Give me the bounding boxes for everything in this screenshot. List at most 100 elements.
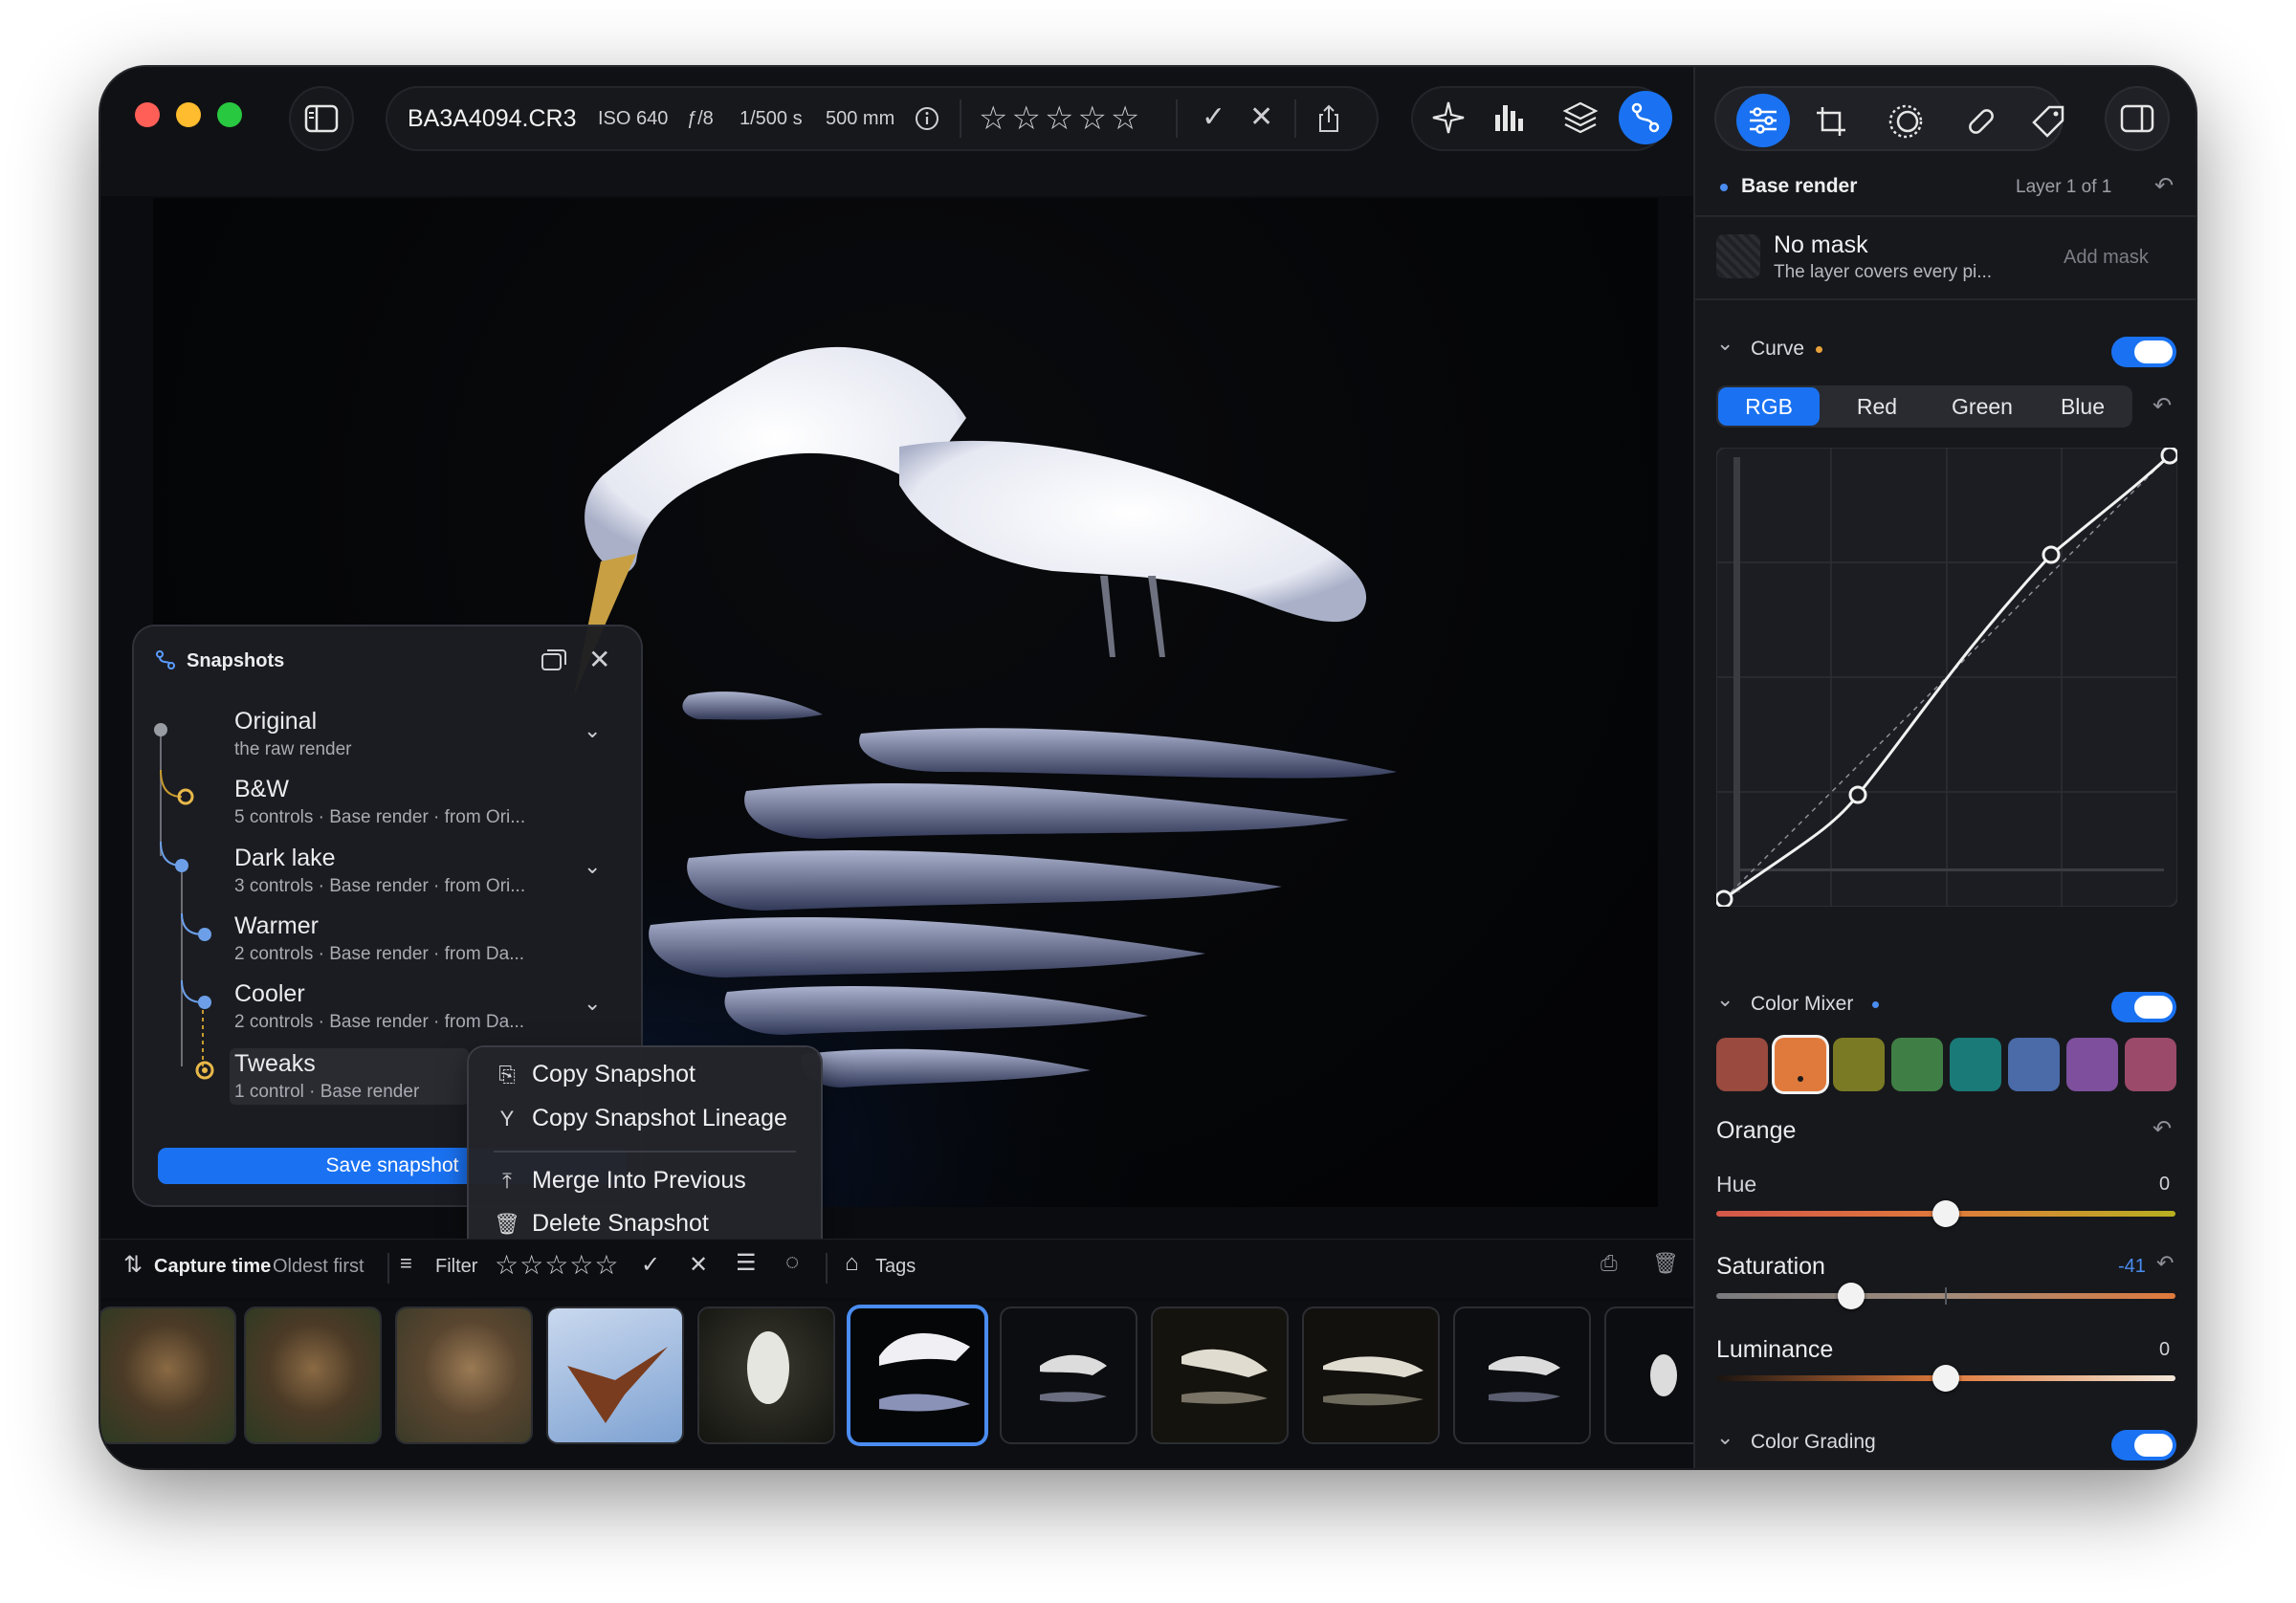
snapshot-item-original[interactable]: Original the raw render (234, 708, 352, 760)
color-mixer-toggle[interactable] (2111, 992, 2176, 1022)
heal-bandage-icon[interactable] (1963, 103, 1999, 140)
chevron-down-icon[interactable]: ⌄ (1716, 331, 1733, 356)
star-rating[interactable]: ☆☆☆☆☆ (979, 99, 1143, 138)
pick-check-icon[interactable]: ✓ (1202, 100, 1225, 134)
tab-red[interactable]: Red (1829, 387, 1925, 426)
tone-curve-editor[interactable] (1716, 448, 2177, 907)
sort-arrows-icon[interactable]: ⇅ (123, 1251, 143, 1279)
minimize-window-button[interactable] (176, 102, 201, 127)
thumbnail-owl-3[interactable] (397, 1308, 531, 1442)
right-sidebar-toggle[interactable] (2105, 86, 2170, 151)
chevron-down-icon[interactable]: ⌄ (584, 718, 601, 743)
thumbnail-egret-4[interactable] (1153, 1308, 1287, 1442)
reset-curve-icon[interactable]: ↶ (2152, 392, 2172, 420)
undo-icon[interactable]: ↶ (2154, 172, 2174, 200)
menu-item-delete[interactable]: 🗑 Delete Snapshot (494, 1210, 709, 1238)
chevron-down-icon[interactable]: ⌄ (584, 854, 601, 879)
thumbnail-kite[interactable] (548, 1308, 682, 1442)
close-icon[interactable]: ✕ (588, 644, 610, 675)
filter-reject-icon[interactable]: ✕ (689, 1251, 708, 1279)
layer-name[interactable]: Base render (1741, 175, 1857, 198)
reject-x-icon[interactable]: ✕ (1249, 100, 1273, 134)
menu-item-merge[interactable]: ⤒ Merge Into Previous (494, 1167, 746, 1195)
snapshot-item-cooler[interactable]: Cooler 2 controls · Base render · from D… (234, 980, 524, 1033)
snapshot-item-dark-lake[interactable]: Dark lake 3 controls · Base render · fro… (234, 845, 525, 897)
thumbnail-egret-front[interactable] (699, 1308, 833, 1442)
sort-order[interactable]: Oldest first (273, 1256, 364, 1278)
luminance-slider-knob[interactable] (1932, 1365, 1959, 1392)
info-icon[interactable] (915, 106, 939, 131)
reset-color-icon[interactable]: ↶ (2152, 1115, 2172, 1143)
swatch-purple[interactable] (2066, 1038, 2118, 1091)
tag-icon[interactable] (2030, 103, 2066, 140)
chevron-down-icon[interactable]: ⌄ (1716, 1425, 1733, 1450)
thumbnail-egret-3[interactable] (1002, 1308, 1136, 1442)
layers-icon[interactable] (1562, 99, 1599, 136)
share-icon[interactable] (1315, 103, 1342, 134)
color-grading-title[interactable]: Color Grading (1751, 1431, 1876, 1454)
tags-label[interactable]: Tags (875, 1256, 916, 1278)
close-window-button[interactable] (135, 102, 160, 127)
duplicate-icon[interactable] (541, 648, 567, 672)
luminance-slider[interactable] (1716, 1365, 2175, 1392)
swatch-red[interactable] (1716, 1038, 1768, 1091)
snapshot-item-warmer[interactable]: Warmer 2 controls · Base render · from D… (234, 912, 524, 965)
divider (1695, 215, 2196, 217)
add-mask-button[interactable]: Add mask (2064, 247, 2149, 269)
swatch-yellow[interactable] (1833, 1038, 1885, 1091)
filter-star-rating[interactable]: ☆☆☆☆☆ (495, 1249, 620, 1281)
histogram-icon[interactable] (1492, 101, 1527, 134)
mask-icon[interactable] (1887, 103, 1925, 140)
menu-item-copy-lineage[interactable]: Y Copy Snapshot Lineage (494, 1105, 787, 1132)
saturation-slider[interactable] (1716, 1283, 2175, 1309)
tag-icon[interactable]: ⌂ (845, 1250, 859, 1277)
filter-icon[interactable]: ≡ (400, 1251, 412, 1276)
sidebar-toggle-button[interactable] (289, 86, 354, 151)
thumbnail-egret-6[interactable] (1455, 1308, 1589, 1442)
zoom-window-button[interactable] (217, 102, 242, 127)
snapshots-toggle-button[interactable] (1619, 91, 1672, 144)
filmstrip-toolbar: ⇅ Capture time Oldest first ≡ Filter ☆☆☆… (100, 1239, 1693, 1298)
color-mixer-title[interactable]: Color Mixer (1751, 993, 1853, 1016)
filter-adjusted-icon[interactable]: ☰ (736, 1249, 757, 1277)
hue-slider[interactable] (1716, 1200, 2175, 1227)
filter-label[interactable]: Filter (435, 1256, 477, 1278)
crop-icon[interactable] (1815, 105, 1847, 138)
tab-rgb[interactable]: RGB (1718, 387, 1820, 426)
color-grading-toggle[interactable] (2111, 1430, 2176, 1460)
menu-item-copy-snapshot[interactable]: ⎘ Copy Snapshot (494, 1061, 695, 1088)
adjust-tool-button[interactable] (1736, 94, 1790, 147)
chevron-down-icon[interactable]: ⌄ (584, 991, 601, 1016)
export-icon[interactable]: ⎙ (1601, 1251, 1618, 1276)
luminance-value[interactable]: 0 (2159, 1339, 2170, 1361)
thumbnail-egret-selected[interactable] (850, 1308, 984, 1442)
swatch-blue[interactable] (2008, 1038, 2060, 1091)
curve-toggle[interactable] (2111, 337, 2176, 367)
filter-pick-icon[interactable]: ✓ (641, 1251, 660, 1279)
thumbnail-owl-1[interactable] (100, 1308, 234, 1442)
filter-circle-icon[interactable]: ◌ (785, 1249, 799, 1276)
hue-value[interactable]: 0 (2159, 1174, 2170, 1196)
reset-saturation-icon[interactable]: ↶ (2156, 1251, 2174, 1276)
tab-green[interactable]: Green (1930, 387, 2035, 426)
trash-icon[interactable]: 🗑 (1652, 1251, 1679, 1276)
tab-blue[interactable]: Blue (2035, 387, 2130, 426)
hue-slider-knob[interactable] (1932, 1200, 1959, 1227)
saturation-slider-knob[interactable] (1838, 1283, 1865, 1309)
snapshot-item-tweaks[interactable]: Tweaks 1 control · Base render (230, 1048, 469, 1105)
snapshot-item-bw[interactable]: B&W 5 controls · Base render · from Ori.… (234, 776, 525, 828)
snapshot-context-menu: ⎘ Copy Snapshot Y Copy Snapshot Lineage ⤒ M… (469, 1047, 821, 1258)
swatch-magenta[interactable] (2125, 1038, 2176, 1091)
snapshot-desc: 3 controls · Base render · from Ori... (234, 876, 526, 896)
auto-enhance-sparkle-icon[interactable] (1430, 99, 1467, 136)
curve-title[interactable]: Curve (1751, 338, 1804, 361)
swatch-aqua[interactable] (1950, 1038, 2001, 1091)
filename: BA3A4094.CR3 (408, 105, 577, 132)
chevron-down-icon[interactable]: ⌄ (1716, 987, 1733, 1012)
swatch-green[interactable] (1891, 1038, 1943, 1091)
swatch-orange[interactable] (1775, 1038, 1826, 1091)
sort-label[interactable]: Capture time (154, 1256, 271, 1278)
thumbnail-owl-2[interactable] (246, 1308, 380, 1442)
thumbnail-egret-5[interactable] (1304, 1308, 1438, 1442)
saturation-value[interactable]: -41 (2118, 1256, 2146, 1278)
